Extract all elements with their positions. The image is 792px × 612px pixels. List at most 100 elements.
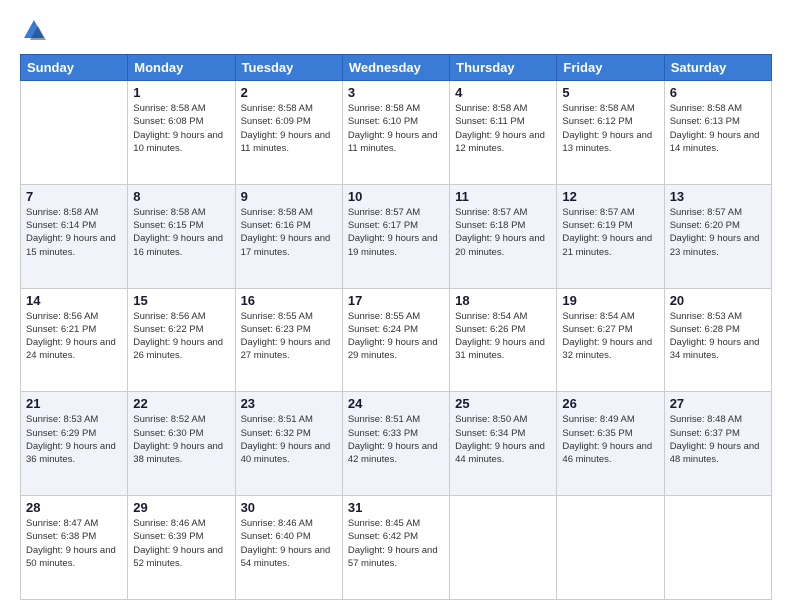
calendar-cell: 29 Sunrise: 8:46 AMSunset: 6:39 PMDayligh… [128,496,235,600]
day-number: 22 [133,396,229,411]
calendar-header-monday: Monday [128,55,235,81]
day-info: Sunrise: 8:58 AMSunset: 6:11 PMDaylight:… [455,102,551,155]
calendar-cell: 1Sunrise: 8:58 AMSunset: 6:08 PMDaylight… [128,81,235,185]
calendar-header-row: SundayMondayTuesdayWednesdayThursdayFrid… [21,55,772,81]
calendar-header-wednesday: Wednesday [342,55,449,81]
day-info: Sunrise: 8:58 AMSunset: 6:13 PMDaylight:… [670,102,766,155]
calendar-cell: 31Sunrise: 8:45 AMSunset: 6:42 PMDayligh… [342,496,449,600]
calendar-cell: 26 Sunrise: 8:49 AMSunset: 6:35 PMDayligh… [557,392,664,496]
day-info: Sunrise: 8:58 AMSunset: 6:10 PMDaylight:… [348,102,444,155]
day-info: Sunrise: 8:56 AMSunset: 6:22 PMDaylight:… [133,310,229,363]
day-number: 4 [455,85,551,100]
day-number: 24 [348,396,444,411]
calendar-cell: 25 Sunrise: 8:50 AMSunset: 6:34 PMDayligh… [450,392,557,496]
day-info: Sunrise: 8:57 AMSunset: 6:20 PMDaylight:… [670,206,766,259]
calendar-cell: 4 Sunrise: 8:58 AMSunset: 6:11 PMDaylight… [450,81,557,185]
day-info: Sunrise: 8:53 AMSunset: 6:28 PMDaylight:… [670,310,766,363]
calendar-cell [21,81,128,185]
calendar-week-row: 1Sunrise: 8:58 AMSunset: 6:08 PMDaylight… [21,81,772,185]
calendar-cell: 11 Sunrise: 8:57 AMSunset: 6:18 PMDayligh… [450,184,557,288]
calendar-cell: 6 Sunrise: 8:58 AMSunset: 6:13 PMDaylight… [664,81,771,185]
day-number: 23 [241,396,337,411]
calendar-cell: 2Sunrise: 8:58 AMSunset: 6:09 PMDaylight… [235,81,342,185]
day-number: 6 [670,85,766,100]
calendar-cell: 22 Sunrise: 8:52 AMSunset: 6:30 PMDayligh… [128,392,235,496]
day-number: 26 [562,396,658,411]
day-info: Sunrise: 8:50 AMSunset: 6:34 PMDaylight:… [455,413,551,466]
calendar-cell: 5 Sunrise: 8:58 AMSunset: 6:12 PMDaylight… [557,81,664,185]
calendar-cell: 15Sunrise: 8:56 AMSunset: 6:22 PMDayligh… [128,288,235,392]
calendar-header-friday: Friday [557,55,664,81]
calendar-cell: 7 Sunrise: 8:58 AMSunset: 6:14 PMDaylight… [21,184,128,288]
calendar-cell: 20Sunrise: 8:53 AMSunset: 6:28 PMDayligh… [664,288,771,392]
day-number: 28 [26,500,122,515]
day-number: 18 [455,293,551,308]
calendar-cell: 27Sunrise: 8:48 AMSunset: 6:37 PMDayligh… [664,392,771,496]
day-info: Sunrise: 8:57 AMSunset: 6:19 PMDaylight:… [562,206,658,259]
calendar-header-thursday: Thursday [450,55,557,81]
logo-icon [20,16,48,44]
calendar-cell: 10Sunrise: 8:57 AMSunset: 6:17 PMDayligh… [342,184,449,288]
day-info: Sunrise: 8:55 AMSunset: 6:24 PMDaylight:… [348,310,444,363]
calendar-cell: 13 Sunrise: 8:57 AMSunset: 6:20 PMDayligh… [664,184,771,288]
day-number: 25 [455,396,551,411]
calendar-cell: 28 Sunrise: 8:47 AMSunset: 6:38 PMDayligh… [21,496,128,600]
day-info: Sunrise: 8:48 AMSunset: 6:37 PMDaylight:… [670,413,766,466]
day-number: 17 [348,293,444,308]
day-number: 14 [26,293,122,308]
day-info: Sunrise: 8:58 AMSunset: 6:12 PMDaylight:… [562,102,658,155]
day-number: 31 [348,500,444,515]
calendar-cell: 24 Sunrise: 8:51 AMSunset: 6:33 PMDayligh… [342,392,449,496]
calendar-cell: 12 Sunrise: 8:57 AMSunset: 6:19 PMDayligh… [557,184,664,288]
day-info: Sunrise: 8:52 AMSunset: 6:30 PMDaylight:… [133,413,229,466]
day-info: Sunrise: 8:54 AMSunset: 6:27 PMDaylight:… [562,310,658,363]
calendar-cell: 30Sunrise: 8:46 AMSunset: 6:40 PMDayligh… [235,496,342,600]
day-info: Sunrise: 8:51 AMSunset: 6:33 PMDaylight:… [348,413,444,466]
day-number: 19 [562,293,658,308]
day-info: Sunrise: 8:54 AMSunset: 6:26 PMDaylight:… [455,310,551,363]
calendar-cell: 19 Sunrise: 8:54 AMSunset: 6:27 PMDayligh… [557,288,664,392]
day-number: 30 [241,500,337,515]
day-number: 9 [241,189,337,204]
day-number: 10 [348,189,444,204]
calendar-cell: 23 Sunrise: 8:51 AMSunset: 6:32 PMDayligh… [235,392,342,496]
day-info: Sunrise: 8:58 AMSunset: 6:14 PMDaylight:… [26,206,122,259]
calendar-week-row: 7 Sunrise: 8:58 AMSunset: 6:14 PMDaylight… [21,184,772,288]
calendar-cell [557,496,664,600]
day-info: Sunrise: 8:49 AMSunset: 6:35 PMDaylight:… [562,413,658,466]
day-number: 16 [241,293,337,308]
calendar-cell: 14 Sunrise: 8:56 AMSunset: 6:21 PMDayligh… [21,288,128,392]
calendar-cell: 18 Sunrise: 8:54 AMSunset: 6:26 PMDayligh… [450,288,557,392]
day-number: 11 [455,189,551,204]
day-number: 1 [133,85,229,100]
day-info: Sunrise: 8:53 AMSunset: 6:29 PMDaylight:… [26,413,122,466]
day-info: Sunrise: 8:57 AMSunset: 6:18 PMDaylight:… [455,206,551,259]
calendar-cell [664,496,771,600]
header [20,16,772,44]
calendar-cell: 8Sunrise: 8:58 AMSunset: 6:15 PMDaylight… [128,184,235,288]
calendar-week-row: 21Sunrise: 8:53 AMSunset: 6:29 PMDayligh… [21,392,772,496]
calendar-cell: 21Sunrise: 8:53 AMSunset: 6:29 PMDayligh… [21,392,128,496]
day-info: Sunrise: 8:51 AMSunset: 6:32 PMDaylight:… [241,413,337,466]
day-number: 29 [133,500,229,515]
day-number: 3 [348,85,444,100]
day-number: 7 [26,189,122,204]
calendar-week-row: 14 Sunrise: 8:56 AMSunset: 6:21 PMDayligh… [21,288,772,392]
day-info: Sunrise: 8:58 AMSunset: 6:16 PMDaylight:… [241,206,337,259]
day-number: 8 [133,189,229,204]
calendar-cell [450,496,557,600]
calendar-cell: 17 Sunrise: 8:55 AMSunset: 6:24 PMDayligh… [342,288,449,392]
calendar-header-sunday: Sunday [21,55,128,81]
day-number: 5 [562,85,658,100]
calendar-header-tuesday: Tuesday [235,55,342,81]
day-info: Sunrise: 8:56 AMSunset: 6:21 PMDaylight:… [26,310,122,363]
calendar-cell: 3 Sunrise: 8:58 AMSunset: 6:10 PMDaylight… [342,81,449,185]
day-number: 12 [562,189,658,204]
logo [20,16,50,44]
day-number: 13 [670,189,766,204]
calendar-header-saturday: Saturday [664,55,771,81]
calendar-week-row: 28 Sunrise: 8:47 AMSunset: 6:38 PMDayligh… [21,496,772,600]
day-info: Sunrise: 8:46 AMSunset: 6:39 PMDaylight:… [133,517,229,570]
day-info: Sunrise: 8:47 AMSunset: 6:38 PMDaylight:… [26,517,122,570]
day-info: Sunrise: 8:58 AMSunset: 6:09 PMDaylight:… [241,102,337,155]
